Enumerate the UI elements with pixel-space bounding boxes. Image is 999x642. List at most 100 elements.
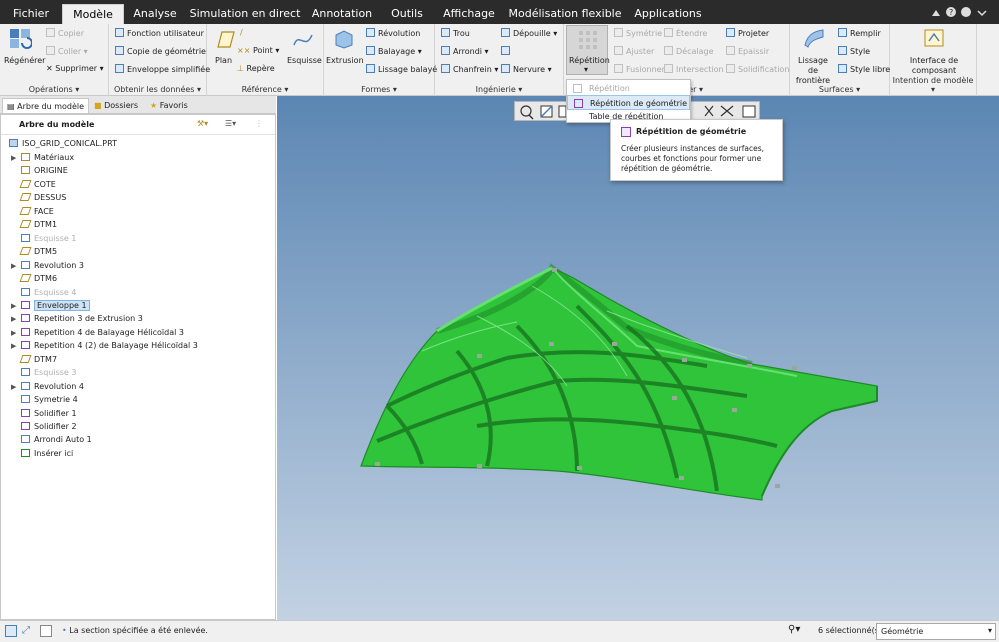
tree-columns-icon[interactable]: ☰▾ (225, 119, 236, 128)
tree-item[interactable]: Solidifier 1 (1, 407, 77, 420)
copy-button[interactable]: Copier (46, 28, 84, 38)
pattern-dropdown-arrow[interactable]: ▾ (584, 65, 588, 74)
tab-applications[interactable]: Applications (628, 4, 708, 24)
group-label-engineering[interactable]: Ingénierie ▾ (435, 85, 563, 94)
tree-item[interactable]: ▶ Repetition 4 de Balayage Hélicoïdal 3 (1, 326, 184, 339)
regenerate-icon[interactable] (8, 27, 32, 49)
extrude-icon[interactable] (332, 27, 356, 49)
sketch-button[interactable]: Esquisse (287, 56, 322, 65)
tree-item[interactable]: ORIGINE (1, 164, 68, 177)
component-interface-icon[interactable] (922, 27, 946, 49)
trim-button[interactable]: Ajuster (614, 46, 654, 56)
tab-annotation[interactable]: Annotation (306, 4, 378, 24)
freestyle-button[interactable]: Style libre (838, 64, 890, 74)
expand-arrow-icon[interactable]: ▶ (11, 313, 21, 326)
tree-item[interactable]: ▶ Revolution 4 (1, 380, 84, 393)
selection-filter-dropdown[interactable]: Géométrie ▾ (876, 623, 996, 640)
csys-button[interactable]: ⊥ Repère (237, 64, 275, 73)
tab-live-simulation[interactable]: Simulation en direct (186, 4, 304, 24)
tab-model-tree[interactable]: ▤ Arbre du modèle (2, 98, 90, 113)
group-label-model-intent[interactable]: Intention de modèle ▾ (890, 76, 976, 94)
merge-button[interactable]: Fusionner (614, 64, 665, 74)
group-label-get-data[interactable]: Obtenir les données ▾ (109, 85, 206, 94)
round-button[interactable]: Arrondi ▾ (441, 46, 489, 56)
expand-arrow-icon[interactable]: ▶ (11, 260, 21, 273)
tree-item[interactable]: Esquisse 4 (1, 286, 76, 299)
point-display-icon[interactable] (720, 105, 734, 117)
tab-model[interactable]: Modèle (62, 4, 124, 24)
sweep-button[interactable]: Balayage ▾ (366, 46, 422, 56)
datum-display-icon[interactable] (704, 105, 714, 117)
zoom-out-icon[interactable] (558, 105, 567, 118)
tree-item[interactable]: Symetrie 4 (1, 393, 78, 406)
group-label-datum[interactable]: Référence ▾ (207, 85, 323, 94)
menu-item-pattern[interactable]: Répétition (567, 81, 690, 96)
datum-plane-button[interactable]: Plan (215, 56, 232, 65)
tab-view[interactable]: Affichage (436, 4, 502, 24)
project-button[interactable]: Projeter (726, 28, 769, 38)
thicken-button[interactable]: Epaissir (726, 46, 769, 56)
tree-item[interactable]: ▶ Revolution 3 (1, 259, 84, 272)
boundary-blend-icon[interactable] (802, 27, 826, 49)
tab-analysis[interactable]: Analyse (126, 4, 184, 24)
extrude-button[interactable]: Extrusion (326, 56, 364, 65)
tab-file[interactable]: Fichier (2, 4, 60, 24)
tree-item[interactable]: ▶ Enveloppe 1 (1, 299, 90, 312)
tree-item[interactable]: Esquisse 3 (1, 366, 76, 379)
csys-display-icon[interactable] (742, 105, 756, 118)
group-label-operations[interactable]: Opérations ▾ (0, 85, 108, 94)
message-log-icon[interactable] (40, 625, 52, 637)
tree-item[interactable]: Insérer ici (1, 447, 73, 460)
swept-blend-button[interactable]: Lissage balayé (366, 64, 437, 74)
sketch-icon[interactable] (291, 29, 315, 51)
plane-icon[interactable] (213, 29, 237, 51)
pattern-icon[interactable] (576, 28, 600, 50)
boundary-blend-button[interactable]: Lissage de frontière (794, 56, 832, 86)
zoom-in-icon[interactable] (540, 105, 553, 118)
tree-item[interactable]: DTM7 (1, 353, 57, 366)
solidify-button[interactable]: Solidification (726, 64, 789, 74)
chamfer-button[interactable]: Chanfrein ▾ (441, 64, 498, 74)
pattern-button[interactable]: Répétition (569, 56, 610, 65)
axis-icon[interactable]: / (240, 28, 243, 37)
browser-icon[interactable]: ⤢ (22, 625, 30, 636)
intersect-button[interactable]: Intersection (664, 64, 724, 74)
expand-arrow-icon[interactable]: ▶ (11, 327, 21, 340)
tree-item[interactable]: DESSUS (1, 191, 66, 204)
collapse-ribbon-icon[interactable] (932, 10, 940, 16)
tree-item[interactable]: Solidifier 2 (1, 420, 77, 433)
tree-settings-icon[interactable]: ⚒▾ (197, 119, 208, 128)
tree-item[interactable]: DTM5 (1, 245, 57, 258)
expand-arrow-icon[interactable]: ▶ (11, 381, 21, 394)
group-label-surfaces[interactable]: Surfaces ▾ (790, 85, 889, 94)
offset-button[interactable]: Décalage (664, 46, 714, 56)
style-button[interactable]: Style (838, 46, 870, 56)
tab-favorites[interactable]: ★ Favoris (146, 98, 192, 113)
expand-arrow-icon[interactable]: ▶ (11, 300, 21, 313)
tab-tools[interactable]: Outils (380, 4, 434, 24)
expand-arrow-icon[interactable]: ▶ (11, 340, 21, 353)
selection-filter-icon[interactable]: ⚲▾ (788, 624, 800, 635)
tree-item[interactable]: DTM1 (1, 218, 57, 231)
expand-arrow-icon[interactable]: ▶ (11, 152, 21, 165)
settings-icon[interactable] (961, 7, 971, 17)
draft-button[interactable]: Dépouille ▾ (501, 28, 557, 38)
zoom-to-fit-icon[interactable] (520, 105, 534, 120)
regenerate-button[interactable]: Régénérer (4, 56, 45, 65)
tree-item[interactable]: COTE (1, 178, 56, 191)
user-feature-button[interactable]: Fonction utilisateur (115, 28, 204, 38)
rib-button[interactable]: Nervure ▾ (501, 64, 552, 74)
shrinkwrap-button[interactable]: Enveloppe simplifiée (115, 64, 210, 74)
tree-item[interactable]: DTM6 (1, 272, 57, 285)
menu-item-geometry-pattern[interactable]: Répétition de géométrie (567, 95, 690, 110)
shell-button[interactable] (501, 46, 513, 56)
tree-item[interactable]: Arrondi Auto 1 (1, 433, 92, 446)
mirror-button[interactable]: Symétrie (614, 28, 662, 38)
tree-item[interactable]: ▶ Repetition 3 de Extrusion 3 (1, 312, 143, 325)
hole-button[interactable]: Trou (441, 28, 470, 38)
tree-root[interactable]: ISO_GRID_CONICAL.PRT (9, 137, 117, 150)
tree-filter-icon[interactable]: ⋮ (255, 119, 263, 128)
tab-folders[interactable]: ■ Dossiers (90, 98, 142, 113)
component-interface-button[interactable]: Interface de composant (894, 56, 974, 76)
tree-item[interactable]: ▶ Repetition 4 (2) de Balayage Hélicoïdal… (1, 339, 198, 352)
